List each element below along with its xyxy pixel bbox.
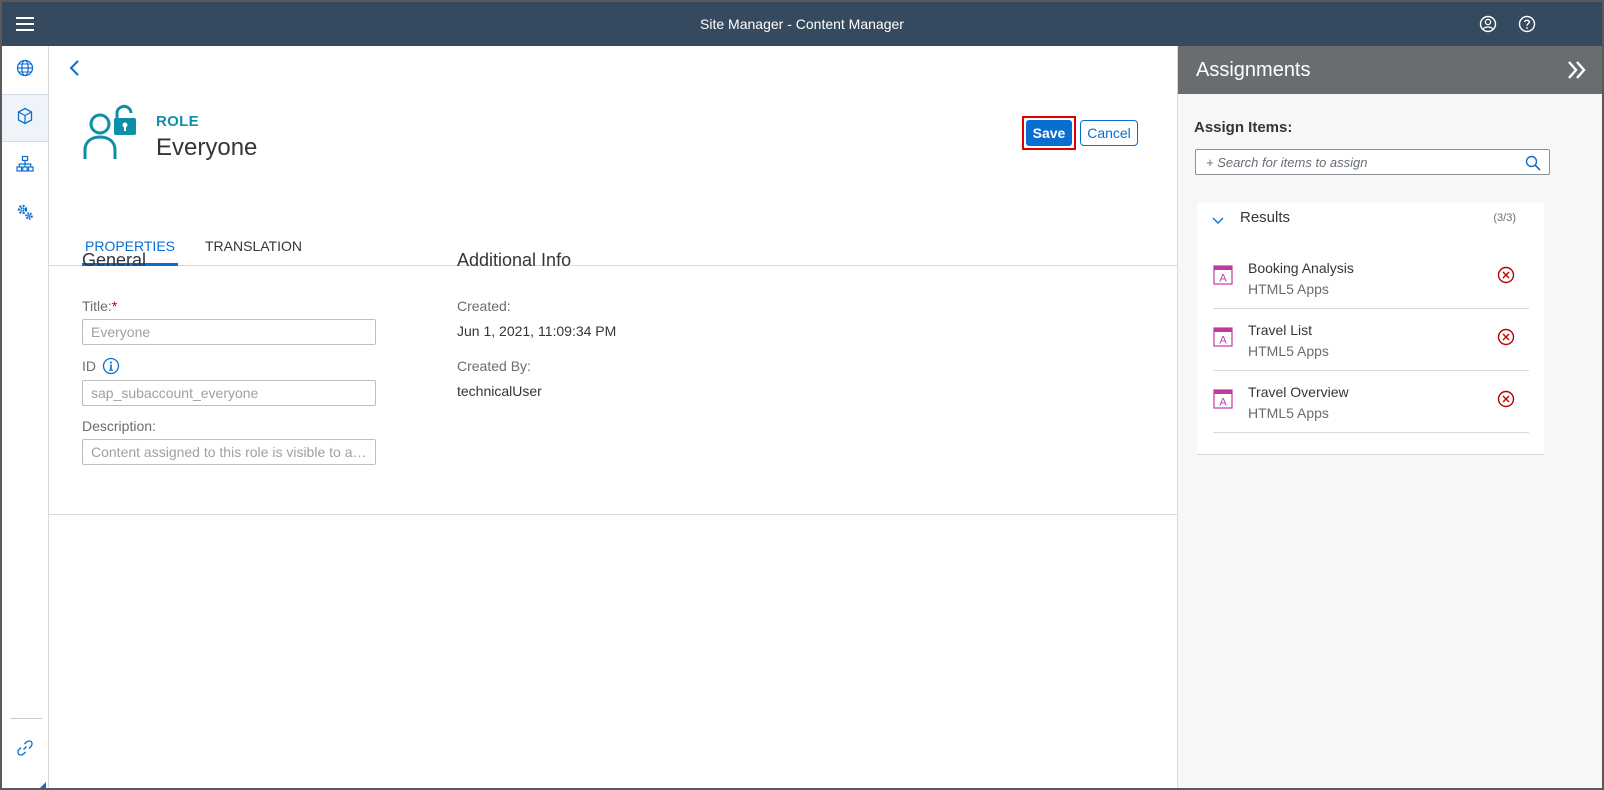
page-title: Everyone: [156, 134, 258, 161]
save-button-highlight: Save: [1022, 116, 1076, 150]
chevron-left-icon: [69, 60, 79, 76]
chevron-down-icon: [1211, 213, 1225, 227]
remove-item-icon[interactable]: [1497, 266, 1515, 284]
assigned-item-type: HTML5 Apps: [1248, 281, 1329, 297]
html5-app-icon: A: [1213, 265, 1233, 285]
assigned-item[interactable]: A Travel List HTML5 Apps: [1213, 309, 1529, 371]
assigned-item-type: HTML5 Apps: [1248, 343, 1329, 359]
content-divider: [49, 514, 1177, 515]
menu-icon[interactable]: [14, 13, 36, 35]
assignments-panel: Assignments Assign Items: + Search for i…: [1177, 46, 1602, 788]
nav-hierarchy[interactable]: [2, 142, 48, 190]
nav-sites[interactable]: [2, 46, 48, 94]
app-window: Site Manager - Content Manager ROLE Ever…: [0, 0, 1604, 790]
content-cube-icon: [16, 107, 34, 130]
id-field[interactable]: sap_subaccount_everyone: [82, 380, 376, 406]
search-placeholder: + Search for items to assign: [1206, 155, 1368, 170]
cancel-button[interactable]: Cancel: [1080, 120, 1138, 146]
assignments-title: Assignments: [1196, 59, 1311, 81]
results-count: (3/3): [1493, 212, 1516, 224]
general-heading: General: [82, 250, 147, 270]
remove-item-icon[interactable]: [1497, 390, 1515, 408]
info-icon[interactable]: [102, 357, 120, 375]
nav-external-link[interactable]: [2, 726, 48, 774]
assigned-item[interactable]: A Booking Analysis HTML5 Apps: [1213, 247, 1529, 309]
svg-text:A: A: [1219, 397, 1227, 409]
assigned-item-type: HTML5 Apps: [1248, 405, 1329, 421]
nav-settings[interactable]: [2, 190, 48, 238]
svg-text:A: A: [1219, 273, 1227, 285]
user-profile-icon[interactable]: [1476, 12, 1500, 36]
main-content: ROLE Everyone Save Cancel PROPERTIES TRA…: [49, 46, 1177, 788]
required-marker: *: [111, 298, 118, 314]
tab-translation[interactable]: TRANSLATION: [202, 234, 305, 266]
collapse-panel-button[interactable]: [1565, 58, 1589, 82]
object-header: ROLE Everyone Save Cancel PROPERTIES TRA…: [49, 90, 1177, 266]
object-type-label: ROLE: [156, 113, 199, 130]
save-button[interactable]: Save: [1026, 120, 1072, 146]
svg-text:A: A: [1219, 335, 1227, 347]
nav-separator: [10, 718, 42, 719]
title-field[interactable]: Everyone: [82, 319, 376, 345]
title-label: Title:*: [82, 298, 117, 314]
assigned-item-title: Travel List: [1248, 322, 1313, 338]
shell-title: Site Manager - Content Manager: [700, 16, 904, 32]
search-icon[interactable]: [1525, 155, 1541, 171]
title-label-text: Title:: [82, 298, 112, 314]
nav-corner-marker: [40, 782, 46, 788]
hierarchy-icon: [16, 155, 34, 178]
double-chevron-right-icon: [1568, 61, 1586, 79]
assigned-item-title: Booking Analysis: [1248, 260, 1354, 276]
html5-app-icon: A: [1213, 389, 1233, 409]
id-label: ID: [82, 358, 96, 374]
remove-item-icon[interactable]: [1497, 328, 1515, 346]
assign-search-input[interactable]: + Search for items to assign: [1195, 149, 1550, 175]
results-toggle[interactable]: Results (3/3): [1197, 203, 1544, 243]
help-icon[interactable]: [1515, 12, 1539, 36]
assignments-panel-header: Assignments: [1178, 46, 1602, 94]
back-button[interactable]: [65, 58, 85, 78]
assigned-item[interactable]: A Travel Overview HTML5 Apps: [1213, 371, 1529, 433]
created-by-label: Created By:: [457, 358, 531, 374]
settings-icon: [16, 203, 34, 226]
globe-icon: [16, 59, 34, 82]
link-icon: [16, 739, 34, 762]
additional-info-heading: Additional Info: [457, 250, 572, 270]
assign-items-label: Assign Items:: [1194, 119, 1293, 136]
role-unlock-user-icon: [82, 104, 142, 164]
side-navigation: [2, 46, 49, 788]
shell-bar: Site Manager - Content Manager: [2, 2, 1602, 46]
html5-app-icon: A: [1213, 327, 1233, 347]
results-panel: Results (3/3) A Booking Analysis HTML5 A…: [1197, 203, 1544, 455]
description-label: Description:: [82, 418, 156, 434]
created-by-value: technicalUser: [457, 383, 542, 399]
nav-content-manager[interactable]: [2, 94, 48, 142]
description-field[interactable]: Content assigned to this role is visible…: [82, 439, 376, 465]
created-value: Jun 1, 2021, 11:09:34 PM: [457, 323, 617, 339]
assigned-item-title: Travel Overview: [1248, 384, 1349, 400]
created-label: Created:: [457, 298, 511, 314]
results-title: Results: [1240, 209, 1291, 226]
